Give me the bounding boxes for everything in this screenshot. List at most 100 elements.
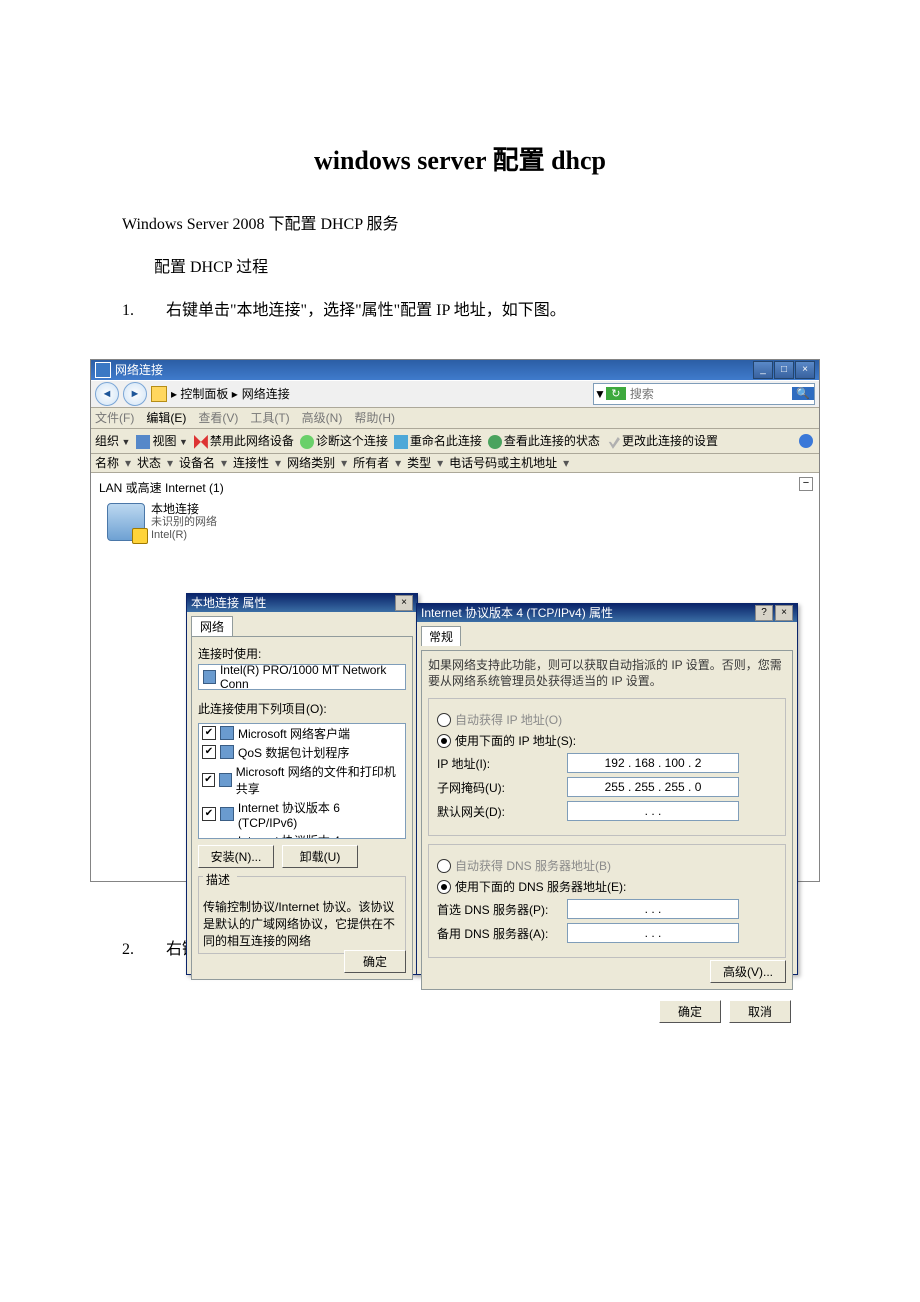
component-icon bbox=[220, 726, 234, 740]
ip-tab-general[interactable]: 常规 bbox=[421, 626, 461, 646]
advanced-button[interactable]: 高级(V)... bbox=[710, 960, 786, 983]
props-ok-button[interactable]: 确定 bbox=[344, 950, 406, 973]
help-icon[interactable] bbox=[799, 434, 813, 448]
menu-tools[interactable]: 工具(T) bbox=[250, 409, 289, 426]
components-list[interactable]: Microsoft 网络客户端 QoS 数据包计划程序 Microsoft 网络… bbox=[198, 723, 406, 839]
properties-dialog: 本地连接 属性 × 网络 连接时使用: Intel(R) PRO/1000 MT… bbox=[186, 593, 418, 975]
tb-diagnose[interactable]: 诊断这个连接 bbox=[300, 432, 388, 449]
menu-adv[interactable]: 高级(N) bbox=[302, 409, 343, 426]
tb-rename[interactable]: 重命名此连接 bbox=[394, 432, 482, 449]
ip-fieldset: 自动获得 IP 地址(O) 使用下面的 IP 地址(S): IP 地址(I): … bbox=[428, 698, 786, 836]
install-button[interactable]: 安装(N)... bbox=[198, 845, 274, 868]
component-icon bbox=[219, 773, 232, 787]
connect-using-label: 连接时使用: bbox=[198, 645, 406, 662]
tb-disable[interactable]: 禁用此网络设备 bbox=[194, 432, 294, 449]
component-icon bbox=[220, 745, 234, 759]
ip-note: 如果网络支持此功能，则可以获取自动指派的 IP 设置。否则，您需要从网络系统管理… bbox=[428, 657, 786, 691]
description-group: 描述 传输控制协议/Internet 协议。该协议是默认的广域网络协议，它提供在… bbox=[198, 876, 406, 954]
ip-address-input[interactable]: 192 . 168 . 100 . 2 bbox=[567, 753, 739, 773]
dns-fieldset: 自动获得 DNS 服务器地址(B) 使用下面的 DNS 服务器地址(E): 首选… bbox=[428, 844, 786, 958]
x-icon bbox=[194, 435, 208, 449]
toolbar: 组织 视图 禁用此网络设备 诊断这个连接 重命名此连接 查看此连接的状态 更改此… bbox=[91, 429, 819, 454]
ip-close-button[interactable]: × bbox=[775, 605, 793, 621]
ip-titlebar: Internet 协议版本 4 (TCP/IPv4) 属性 ? × bbox=[417, 604, 797, 622]
gateway-input[interactable]: . . . bbox=[567, 801, 739, 821]
radio-auto-ip[interactable] bbox=[437, 713, 451, 727]
adapter-icon bbox=[203, 670, 216, 684]
props-tab-network[interactable]: 网络 bbox=[191, 616, 233, 636]
collapse-group-icon[interactable]: − bbox=[799, 477, 813, 491]
col-owner[interactable]: 所有者 bbox=[353, 454, 389, 471]
tb-change[interactable]: 更改此连接的设置 bbox=[606, 432, 718, 449]
col-device[interactable]: 设备名 bbox=[179, 454, 215, 471]
col-conn[interactable]: 连接性 bbox=[233, 454, 269, 471]
breadcrumb[interactable]: ▸ 控制面板 ▸ 网络连接 bbox=[151, 385, 290, 402]
maximize-button[interactable]: □ bbox=[774, 361, 794, 379]
conn-state: 未识别的网络 bbox=[151, 516, 217, 529]
col-name[interactable]: 名称 bbox=[95, 454, 119, 471]
refresh-icon[interactable]: ↻ bbox=[606, 387, 626, 400]
check-icon bbox=[606, 435, 620, 449]
page-title: windows server 配置 dhcp bbox=[90, 140, 830, 177]
dns2-input[interactable]: . . . bbox=[567, 923, 739, 943]
col-type[interactable]: 类型 bbox=[407, 454, 431, 471]
subnet-input[interactable]: 255 . 255 . 255 . 0 bbox=[567, 777, 739, 797]
connection-item[interactable]: 本地连接 未识别的网络 Intel(R) bbox=[107, 502, 813, 543]
radio-use-dns[interactable] bbox=[437, 880, 451, 894]
column-header: 名称▾ 状态▾ 设备名▾ 连接性▾ 网络类别▾ 所有者▾ 类型▾ 电话号码或主机… bbox=[91, 454, 819, 473]
col-state[interactable]: 状态 bbox=[137, 454, 161, 471]
diagnose-icon bbox=[300, 435, 314, 449]
col-phone[interactable]: 电话号码或主机地址 bbox=[449, 454, 557, 471]
group-header[interactable]: LAN 或高速 Internet (1) bbox=[97, 477, 813, 498]
menu-file[interactable]: 文件(F) bbox=[95, 409, 134, 426]
menubar: 文件(F) 编辑(E) 查看(V) 工具(T) 高级(N) 帮助(H) bbox=[91, 408, 819, 429]
network-connections-window: 网络连接 _ □ × ◄ ► ▸ 控制面板 ▸ 网络连接 ▼ ↻ bbox=[90, 359, 820, 882]
forward-button[interactable]: ► bbox=[123, 382, 147, 406]
minimize-button[interactable]: _ bbox=[753, 361, 773, 379]
doc-line1: Windows Server 2008 下配置 DHCP 服务 bbox=[90, 207, 830, 242]
ip-cancel-button[interactable]: 取消 bbox=[729, 1000, 791, 1023]
checkbox-icon[interactable] bbox=[202, 773, 215, 787]
menu-view[interactable]: 查看(V) bbox=[198, 409, 238, 426]
menu-help[interactable]: 帮助(H) bbox=[354, 409, 395, 426]
ip-ok-button[interactable]: 确定 bbox=[659, 1000, 721, 1023]
adapter-field[interactable]: Intel(R) PRO/1000 MT Network Conn bbox=[198, 664, 406, 690]
search-go-icon[interactable]: 🔍 bbox=[792, 387, 814, 400]
tb-views[interactable]: 视图 bbox=[136, 432, 187, 449]
subnet-label: 子网掩码(U): bbox=[437, 779, 567, 796]
menu-edit[interactable]: 编辑(E) bbox=[146, 409, 186, 426]
nc-title-text: 网络连接 bbox=[115, 361, 163, 378]
gateway-label: 默认网关(D): bbox=[437, 803, 567, 820]
radio-auto-dns[interactable] bbox=[437, 859, 451, 873]
rename-icon bbox=[394, 435, 408, 449]
dns2-label: 备用 DNS 服务器(A): bbox=[437, 925, 567, 942]
search-input[interactable] bbox=[626, 387, 792, 401]
doc-step1: 1. 右键单击"本地连接"，选择"属性"配置 IP 地址，如下图。 bbox=[122, 293, 830, 328]
search-box[interactable]: ▼ ↻ 🔍 bbox=[593, 383, 815, 405]
back-button[interactable]: ◄ bbox=[95, 382, 119, 406]
col-netkind[interactable]: 网络类别 bbox=[287, 454, 335, 471]
description-label: 描述 bbox=[203, 871, 237, 888]
screenshot-figure: 网络连接 _ □ × ◄ ► ▸ 控制面板 ▸ 网络连接 ▼ ↻ bbox=[90, 359, 820, 882]
tb-organize[interactable]: 组织 bbox=[95, 432, 130, 449]
items-label: 此连接使用下列项目(O): bbox=[198, 700, 406, 717]
checkbox-icon[interactable] bbox=[202, 807, 216, 821]
radio-use-ip[interactable] bbox=[437, 734, 451, 748]
tb-status[interactable]: 查看此连接的状态 bbox=[488, 432, 600, 449]
props-close-button[interactable]: × bbox=[395, 595, 413, 611]
ip-help-button[interactable]: ? bbox=[755, 605, 773, 621]
conn-name: 本地连接 bbox=[151, 502, 217, 516]
component-icon bbox=[220, 807, 234, 821]
props-tabpanel: 连接时使用: Intel(R) PRO/1000 MT Network Conn… bbox=[191, 636, 413, 980]
close-button[interactable]: × bbox=[795, 361, 815, 379]
conn-device: Intel(R) bbox=[151, 529, 217, 542]
description-text: 传输控制协议/Internet 协议。该协议是默认的广域网络协议，它提供在不同的… bbox=[203, 898, 401, 949]
uninstall-button[interactable]: 卸载(U) bbox=[282, 845, 358, 868]
nc-titlebar: 网络连接 _ □ × bbox=[91, 360, 819, 380]
checkbox-icon[interactable] bbox=[202, 726, 216, 740]
nc-window-icon bbox=[95, 362, 111, 378]
dns1-input[interactable]: . . . bbox=[567, 899, 739, 919]
dns1-label: 首选 DNS 服务器(P): bbox=[437, 901, 567, 918]
checkbox-icon[interactable] bbox=[202, 745, 216, 759]
ip-panel: 如果网络支持此功能，则可以获取自动指派的 IP 设置。否则，您需要从网络系统管理… bbox=[421, 650, 793, 990]
